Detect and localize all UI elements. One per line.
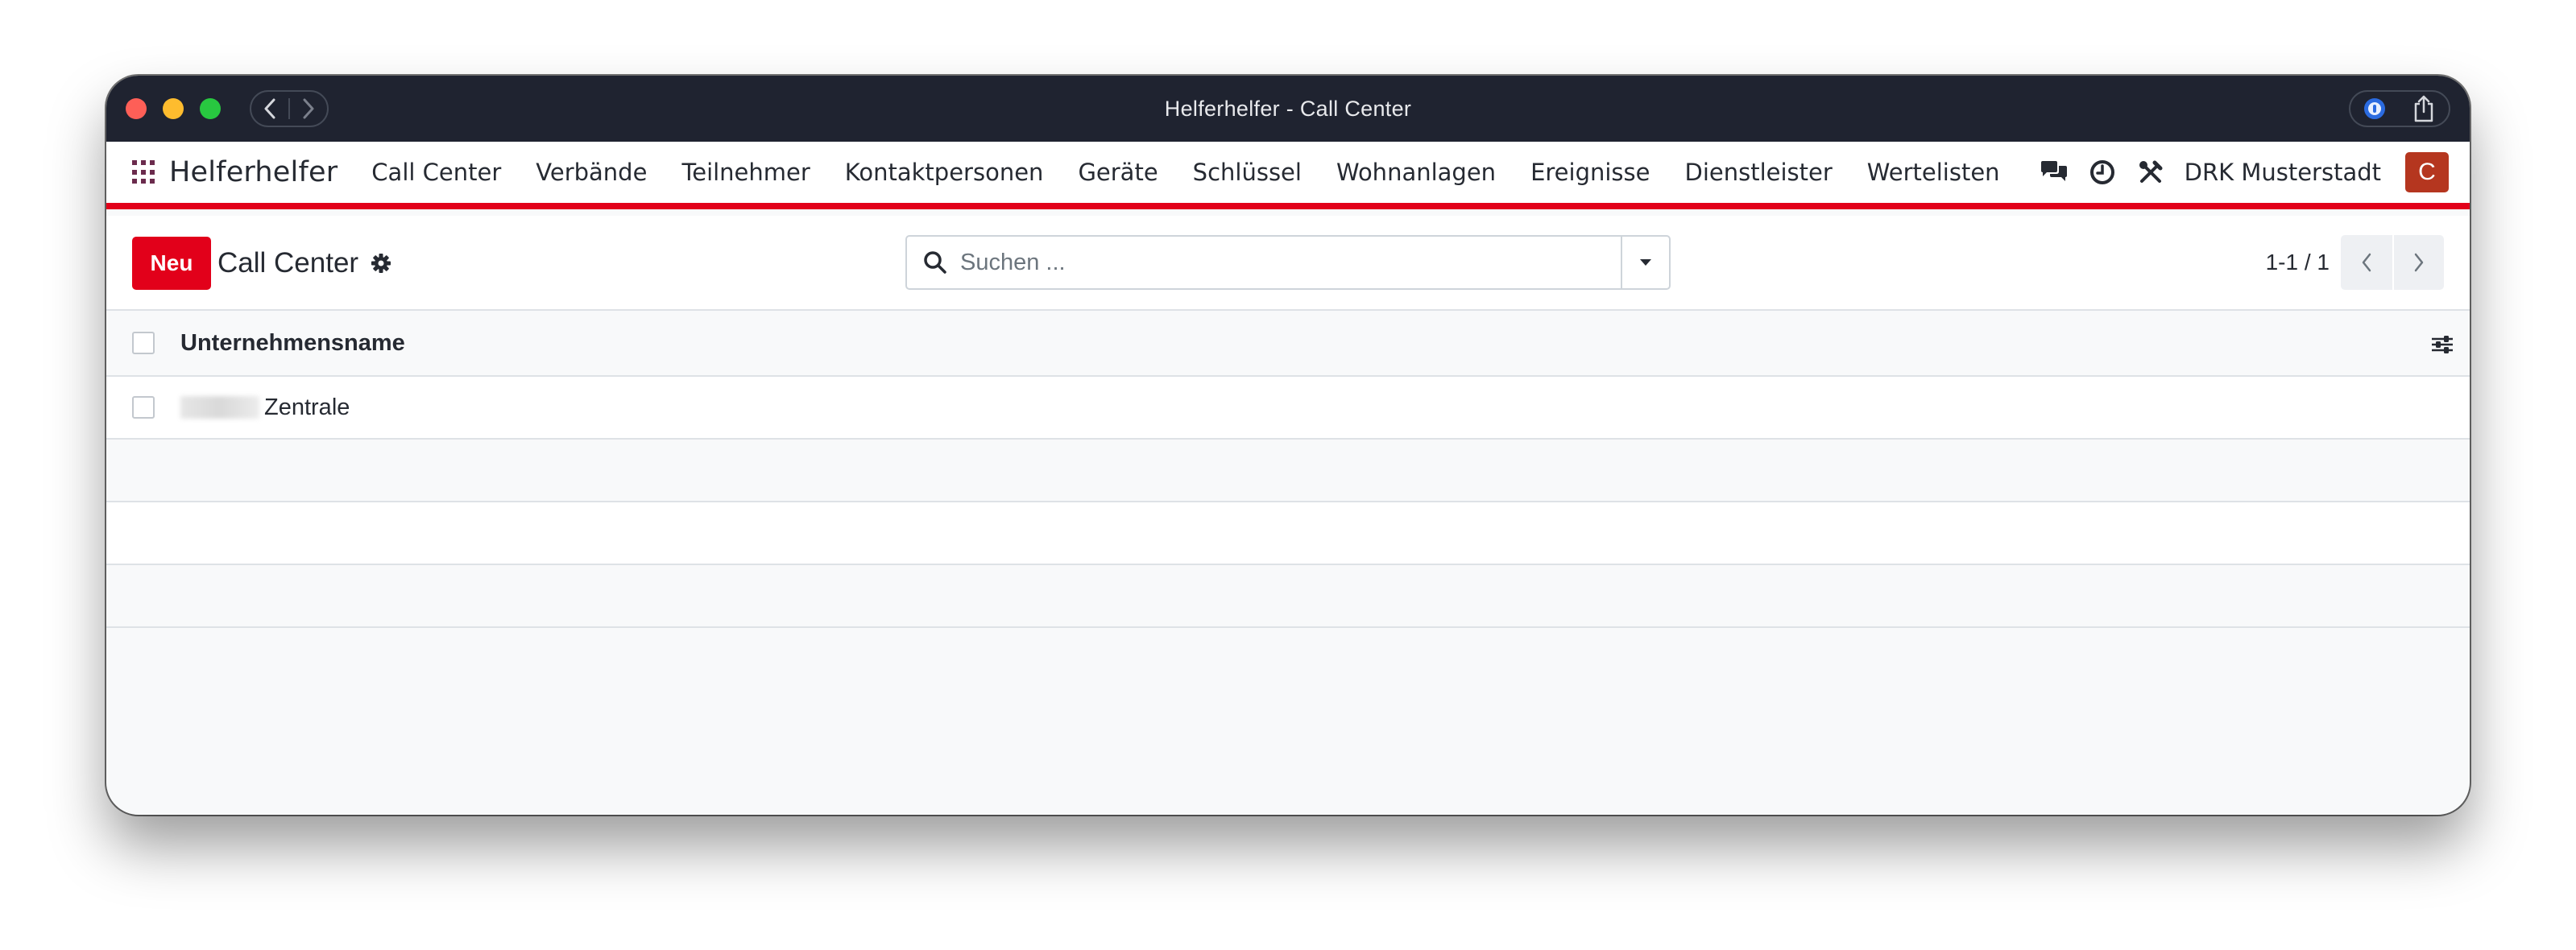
empty-row (106, 565, 2470, 628)
password-manager-icon[interactable] (2363, 98, 2385, 119)
search-bar (905, 235, 1671, 290)
app-brand[interactable]: Helferhelfer (169, 156, 338, 188)
search-options-toggle[interactable] (1621, 237, 1669, 288)
pager: 1-1 / 1 (2266, 235, 2444, 290)
pager-value[interactable]: 1-1 / 1 (2266, 250, 2330, 275)
clock-icon[interactable] (2086, 156, 2118, 188)
empty-row (106, 440, 2470, 502)
gear-icon[interactable] (370, 252, 392, 275)
app-navbar: Helferhelfer Call Center Verbände Teilne… (106, 142, 2470, 209)
page-title: Call Center (217, 247, 359, 279)
user-avatar[interactable]: C (2405, 152, 2449, 192)
window-titlebar: Helferhelfer - Call Center (106, 76, 2470, 142)
chevron-left-icon (2362, 253, 2371, 272)
list-view: Unternehmensname Zentrale (106, 311, 2470, 628)
row-checkbox[interactable] (132, 396, 155, 419)
select-all-checkbox[interactable] (132, 332, 155, 354)
caret-down-icon (1640, 259, 1651, 266)
menu-item-wohnanlagen[interactable]: Wohnanlagen (1336, 159, 1496, 186)
navbar-systray: DRK Musterstadt C (2022, 142, 2449, 203)
tools-icon[interactable] (2135, 156, 2167, 188)
breadcrumb: Call Center (217, 237, 392, 290)
chevron-right-icon (2414, 253, 2424, 272)
list-header: Unternehmensname (106, 311, 2470, 377)
company-name: Zentrale (264, 394, 350, 420)
redacted-text (180, 396, 259, 419)
menu-item-geraete[interactable]: Geräte (1078, 159, 1158, 186)
window-title: Helferhelfer - Call Center (1164, 97, 1412, 121)
pager-buttons (2341, 235, 2444, 290)
menu-item-kontaktpersonen[interactable]: Kontaktpersonen (845, 159, 1044, 186)
browser-window: Helferhelfer - Call Center Helferhelfer … (106, 76, 2470, 815)
menu-item-teilnehmer[interactable]: Teilnehmer (681, 159, 810, 186)
menu-item-verbaende[interactable]: Verbände (536, 159, 647, 186)
menu-item-schluessel[interactable]: Schlüssel (1193, 159, 1302, 186)
table-row[interactable]: Zentrale (106, 377, 2470, 440)
column-header-unternehmensname[interactable]: Unternehmensname (180, 330, 405, 357)
pager-previous-button[interactable] (2341, 235, 2392, 290)
empty-row (106, 502, 2470, 565)
pager-next-button[interactable] (2392, 235, 2444, 290)
optional-columns-icon[interactable] (2429, 332, 2455, 357)
new-record-button[interactable]: Neu (132, 237, 211, 290)
control-panel: Neu Call Center Suchen ... 1-1 / 1 (106, 216, 2470, 311)
cell-unternehmensname: Zentrale (180, 394, 350, 421)
menu-item-ereignisse[interactable]: Ereignisse (1530, 159, 1650, 186)
company-switcher[interactable]: DRK Musterstadt (2185, 159, 2381, 186)
search-icon (924, 251, 946, 274)
search-input[interactable] (959, 248, 1587, 277)
menu-item-dienstleister[interactable]: Dienstleister (1684, 159, 1832, 186)
titlebar-right-controls (2349, 90, 2450, 127)
apps-icon[interactable] (132, 160, 156, 184)
menu-item-wertelisten[interactable]: Wertelisten (1867, 159, 2000, 186)
menu-item-call-center[interactable]: Call Center (371, 159, 501, 186)
share-icon[interactable] (2412, 94, 2436, 123)
main-menu: Call Center Verbände Teilnehmer Kontaktp… (371, 159, 2034, 186)
chat-icon[interactable] (2038, 156, 2070, 188)
